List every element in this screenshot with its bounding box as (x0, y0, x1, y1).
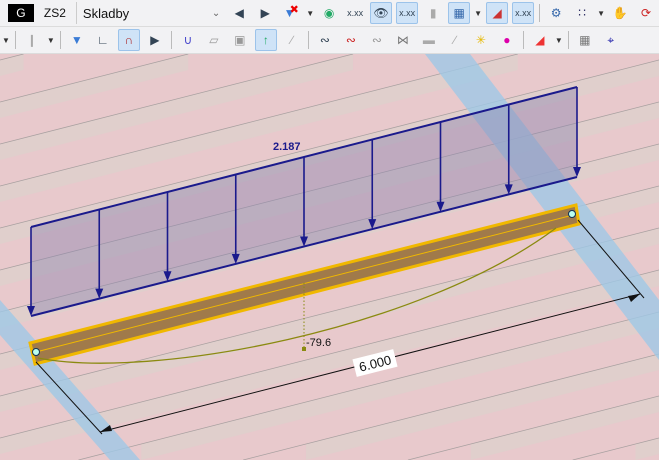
load-case-id: ZS2 (43, 6, 66, 20)
support-reactions-icon[interactable]: ↑ (254, 29, 277, 51)
pin-icon[interactable]: ❙ (21, 29, 43, 51)
node-start[interactable] (32, 348, 40, 356)
previous-load-case-button[interactable]: ◀ (228, 2, 250, 24)
separator (307, 31, 309, 49)
member-icon[interactable]: ∾ (314, 29, 336, 51)
animation-icon[interactable]: ▶ (144, 29, 166, 51)
chevron-down-icon[interactable]: ▼ (306, 9, 314, 18)
frame-icon[interactable]: ∩ (117, 29, 140, 51)
chevron-down-icon[interactable]: ▼ (47, 36, 55, 45)
separator (522, 31, 524, 49)
separator (59, 31, 61, 49)
separator (170, 31, 172, 49)
nodes-icon[interactable]: ⋈ (392, 29, 414, 51)
next-load-case-button[interactable]: ▶ (254, 2, 276, 24)
line-icon[interactable]: ∕ (281, 29, 303, 51)
point-icon[interactable]: ● (496, 29, 518, 51)
surface-results-icon[interactable]: ▮ (422, 2, 444, 24)
toolbar-row-2: ▼ ❙ ▼ ▼ ∟ ∩ ▶ ∪ ▱ ▣ ↑ ∕ ∾ ∾ ∾ ⋈ ▬ ∕ ✳ ● ◢… (0, 27, 659, 54)
load-values-icon[interactable]: x.xx (344, 2, 366, 24)
grid-icon[interactable]: ▦ (574, 29, 596, 51)
toolbar-row-1: G ZS2 Skladby ⌄ ◀ ▶ ▼ ✖ ▼ ◉ x.xx 👁 x.xx ▮ ▦… (0, 0, 659, 27)
load-value-label: 2.187 (273, 141, 301, 153)
load-case-badge: G (8, 4, 34, 22)
member-set-icon[interactable]: ∾ (366, 29, 388, 51)
abacus-icon[interactable]: ∷ (571, 2, 593, 24)
separator (539, 4, 541, 22)
hand-zoom-icon[interactable]: ✋ (609, 2, 631, 24)
separator (567, 31, 569, 49)
snap-icon[interactable]: ⌖ (600, 29, 622, 51)
filter-window-icon[interactable]: ▼ (66, 29, 88, 51)
surface-icon[interactable]: ▱ (203, 29, 225, 51)
chevron-down-icon: ⌄ (211, 7, 221, 19)
rotate-icon[interactable]: ⟳ (635, 2, 657, 24)
chevron-down-icon[interactable]: ▼ (597, 9, 605, 18)
chevron-down-icon[interactable]: ▼ (474, 9, 482, 18)
show-loads-icon[interactable]: ◉ (318, 2, 340, 24)
deformation-icon[interactable]: ◢ (486, 2, 509, 24)
3d-viewport[interactable]: 2.187 -79.6 6.000 (0, 54, 659, 460)
light-icon[interactable]: ✳ (470, 29, 492, 51)
separator (14, 31, 16, 49)
line-result-icon[interactable]: ∕ (444, 29, 466, 51)
filter-clear-icon[interactable]: ▼ ✖ (280, 2, 302, 24)
color-scale-icon[interactable]: ◢ (529, 29, 551, 51)
solid-icon[interactable]: ▣ (229, 29, 251, 51)
mesh-results-icon[interactable]: ▦ (448, 2, 471, 24)
result-values-icon[interactable]: x.xx (396, 2, 419, 24)
show-result-icon[interactable]: 👁 (370, 2, 393, 24)
deformation-values-icon[interactable]: x.xx (512, 2, 535, 24)
member-result-icon[interactable]: ∾ (340, 29, 362, 51)
section-settings-icon[interactable]: ⚙ (545, 2, 567, 24)
load-case-select[interactable]: Skladby ⌄ (75, 2, 226, 24)
node-end[interactable] (568, 210, 576, 218)
chevron-down-icon[interactable]: ▼ (2, 36, 10, 45)
diagram-icon[interactable]: ∪ (177, 29, 199, 51)
chevron-down-icon[interactable]: ▼ (555, 36, 563, 45)
moment-value-label: -79.6 (306, 337, 331, 349)
section-icon[interactable]: ▬ (418, 29, 440, 51)
graph-window-icon[interactable]: ∟ (92, 29, 114, 51)
load-case-name: Skladby (82, 5, 130, 21)
